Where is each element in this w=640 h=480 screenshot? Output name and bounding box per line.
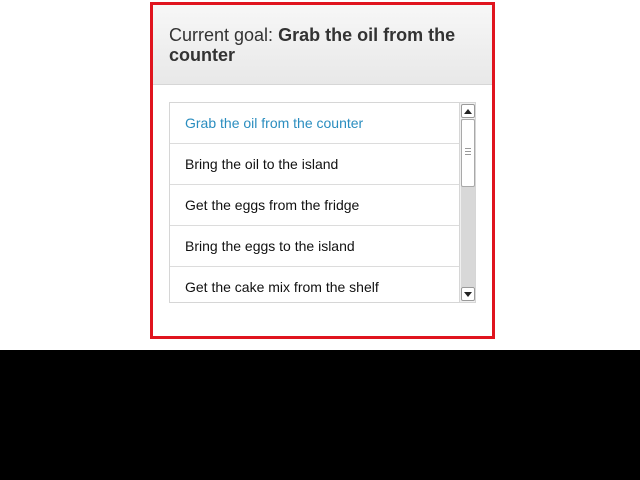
goal-header: Current goal: Grab the oil from the coun… — [153, 5, 492, 85]
list-item[interactable]: Bring the oil to the island — [170, 144, 460, 185]
grip-icon — [465, 148, 471, 155]
list-item[interactable]: Get the eggs from the fridge — [170, 185, 460, 226]
scroll-up-button[interactable] — [461, 104, 475, 118]
scroll-down-button[interactable] — [461, 287, 475, 301]
scrollbar-thumb[interactable] — [461, 119, 475, 187]
task-panel: Current goal: Grab the oil from the coun… — [150, 2, 495, 339]
goal-prefix: Current goal: — [169, 25, 274, 45]
list-item[interactable]: Grab the oil from the counter — [170, 103, 460, 144]
task-list[interactable]: Grab the oil from the counter Bring the … — [169, 102, 476, 303]
list-item[interactable]: Get the cake mix from the shelf — [170, 267, 460, 302]
triangle-up-icon — [464, 108, 472, 114]
empty-black-region — [0, 350, 640, 480]
list-item[interactable]: Bring the eggs to the island — [170, 226, 460, 267]
browser-viewport: Current goal: Grab the oil from the coun… — [0, 0, 640, 350]
task-list-items: Grab the oil from the counter Bring the … — [170, 103, 460, 302]
vertical-scrollbar[interactable] — [459, 103, 475, 302]
triangle-down-icon — [464, 291, 472, 297]
